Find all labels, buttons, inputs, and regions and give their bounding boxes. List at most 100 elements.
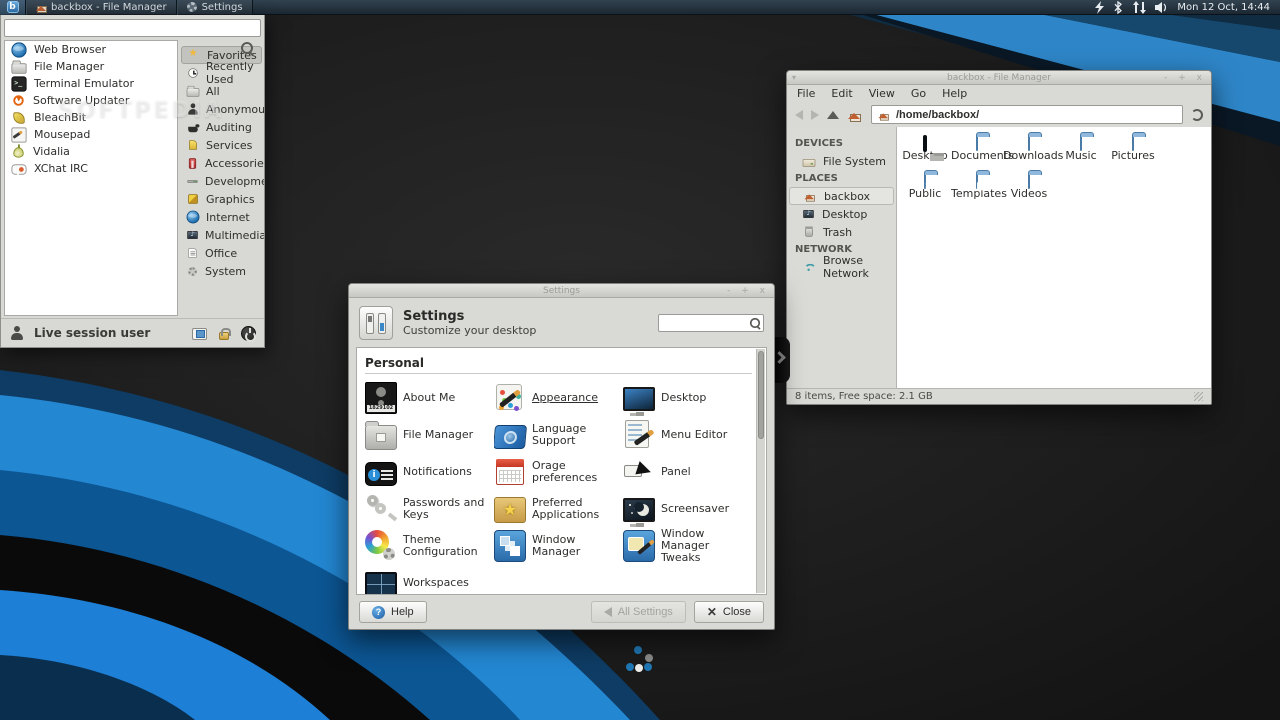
category-system[interactable]: System bbox=[181, 262, 262, 280]
statusbar-text: 8 items, Free space: 2.1 GB bbox=[795, 391, 933, 402]
taskbar-button-file-manager[interactable]: backbox - File Manager bbox=[26, 0, 177, 15]
window-controls[interactable]: - + x bbox=[727, 284, 769, 298]
forward-icon[interactable] bbox=[811, 110, 819, 120]
theme-flower-icon bbox=[365, 530, 397, 562]
folder-pictures[interactable]: ▦Pictures bbox=[1107, 137, 1159, 161]
close-icon: ✕ bbox=[707, 605, 717, 619]
menu-file[interactable]: File bbox=[797, 87, 815, 100]
category-accessories[interactable]: Accessories bbox=[181, 154, 262, 172]
folder-documents[interactable]: ≡Documents bbox=[951, 137, 1003, 161]
folder-downloads[interactable]: ↓Downloads bbox=[1003, 137, 1055, 161]
settings-item-workspaces[interactable]: Workspaces bbox=[365, 564, 494, 595]
search-icon[interactable] bbox=[239, 40, 255, 56]
menu-go[interactable]: Go bbox=[911, 87, 926, 100]
back-icon[interactable] bbox=[795, 110, 803, 120]
settings-scrollbar[interactable] bbox=[756, 349, 765, 593]
category-development[interactable]: Development bbox=[181, 172, 262, 190]
globe-icon bbox=[187, 211, 200, 224]
home-icon[interactable] bbox=[847, 107, 863, 123]
settings-item-menu-editor[interactable]: Menu Editor bbox=[623, 416, 752, 453]
folder-public[interactable]: ⇆Public bbox=[899, 175, 951, 199]
accessories-icon bbox=[189, 158, 196, 168]
category-graphics[interactable]: Graphics bbox=[181, 190, 262, 208]
settings-item-file-manager[interactable]: File Manager bbox=[365, 416, 494, 453]
folder-music[interactable]: ♪Music bbox=[1055, 137, 1107, 161]
clock-icon bbox=[188, 68, 198, 78]
settings-item-notifications[interactable]: iNotifications bbox=[365, 453, 494, 490]
folder-desktop[interactable]: Desktop bbox=[899, 137, 951, 161]
category-internet[interactable]: Internet bbox=[181, 208, 262, 226]
settings-item-language-support[interactable]: Language Support bbox=[494, 416, 623, 453]
window-manager-icon bbox=[494, 530, 526, 562]
home-icon bbox=[804, 190, 817, 203]
menu-item-mousepad[interactable]: Mousepad bbox=[5, 126, 177, 143]
settings-item-appearance[interactable]: Appearance bbox=[494, 379, 623, 416]
folder-videos[interactable]: ▥Videos bbox=[1003, 175, 1055, 199]
lock-icon[interactable] bbox=[219, 332, 229, 340]
menu-item-vidalia[interactable]: Vidalia bbox=[5, 143, 177, 160]
clock[interactable]: Mon 12 Oct, 14:44 bbox=[1177, 2, 1270, 13]
network-arrows-icon[interactable] bbox=[1133, 1, 1146, 14]
settings-item-orage-preferences[interactable]: Orage preferences bbox=[494, 453, 623, 490]
settings-item-window-manager-tweaks[interactable]: Window Manager Tweaks bbox=[623, 527, 752, 564]
folder-templates[interactable]: ◣Templates bbox=[951, 175, 1003, 199]
menu-item-bleachbit[interactable]: BleachBit bbox=[5, 109, 177, 126]
all-settings-button[interactable]: All Settings bbox=[591, 601, 686, 623]
settings-item-passwords-and-keys[interactable]: Passwords and Keys bbox=[365, 490, 494, 527]
close-button[interactable]: ✕Close bbox=[694, 601, 764, 623]
menu-item-xchat-irc[interactable]: XChat IRC bbox=[5, 160, 177, 177]
sidebar-item-file-system[interactable]: File System bbox=[787, 152, 896, 170]
settings-item-about-me[interactable]: 1829102About Me bbox=[365, 379, 494, 416]
window-controls[interactable]: - + x bbox=[1164, 71, 1206, 85]
settings-item-window-manager[interactable]: Window Manager bbox=[494, 527, 623, 564]
category-auditing[interactable]: Auditing bbox=[181, 118, 262, 136]
settings-item-screensaver[interactable]: Screensaver bbox=[623, 490, 752, 527]
window-menu-icon[interactable]: ▾ bbox=[792, 71, 796, 85]
sidebar-item-trash[interactable]: Trash bbox=[787, 223, 896, 241]
menu-search-input[interactable] bbox=[4, 19, 261, 37]
about-me-icon: 1829102 bbox=[365, 382, 397, 414]
menu-view[interactable]: View bbox=[869, 87, 895, 100]
settings-item-preferred-applications[interactable]: ★Preferred Applications bbox=[494, 490, 623, 527]
window-prefs-icon[interactable] bbox=[192, 328, 207, 340]
search-icon[interactable] bbox=[748, 316, 762, 330]
menu-item-software-updater[interactable]: Software Updater bbox=[5, 92, 177, 109]
scrollbar-thumb[interactable] bbox=[758, 351, 764, 439]
resize-grip[interactable] bbox=[1194, 392, 1203, 401]
power-icon[interactable] bbox=[241, 326, 256, 341]
settings-item-theme-configuration[interactable]: Theme Configuration bbox=[365, 527, 494, 564]
category-anonymous[interactable]: Anonymous bbox=[181, 100, 262, 118]
sidebar-item-desktop[interactable]: Desktop bbox=[787, 205, 896, 223]
path-bar[interactable] bbox=[871, 105, 1183, 124]
menu-item-file-manager[interactable]: File Manager bbox=[5, 58, 177, 75]
window-manager-tweaks-icon bbox=[623, 530, 655, 562]
file-manager-titlebar[interactable]: ▾ backbox - File Manager - + x bbox=[787, 71, 1211, 85]
category-recently-used[interactable]: Recently Used bbox=[181, 64, 262, 82]
settings-item-desktop[interactable]: Desktop bbox=[623, 379, 752, 416]
applications-menu-button[interactable]: b bbox=[0, 0, 26, 15]
taskbar-button-settings[interactable]: Settings bbox=[177, 0, 253, 15]
file-manager-menubar: File Edit View Go Help bbox=[787, 85, 1211, 102]
category-office[interactable]: Office bbox=[181, 244, 262, 262]
sidebar-item-browse-network[interactable]: Browse Network bbox=[787, 258, 896, 276]
applications-menu-popup: Web Browser File Manager Terminal Emulat… bbox=[0, 15, 265, 348]
help-button[interactable]: ?Help bbox=[359, 601, 427, 623]
category-multimedia[interactable]: Multimedia bbox=[181, 226, 262, 244]
up-icon[interactable] bbox=[827, 111, 839, 119]
reload-icon[interactable] bbox=[1191, 109, 1203, 121]
gear-icon bbox=[188, 267, 197, 276]
sidebar-item-backbox[interactable]: backbox bbox=[789, 187, 894, 205]
spinner-dot bbox=[635, 664, 643, 672]
menu-item-terminal-emulator[interactable]: Terminal Emulator bbox=[5, 75, 177, 92]
path-input[interactable] bbox=[896, 109, 1178, 121]
menu-item-web-browser[interactable]: Web Browser bbox=[5, 41, 177, 58]
menu-edit[interactable]: Edit bbox=[831, 87, 852, 100]
settings-titlebar[interactable]: Settings - + x bbox=[349, 284, 774, 298]
settings-item-panel[interactable]: Panel bbox=[623, 453, 752, 490]
volume-icon[interactable] bbox=[1155, 2, 1165, 13]
menu-help[interactable]: Help bbox=[942, 87, 967, 100]
power-bolt-icon[interactable] bbox=[1095, 1, 1104, 14]
category-services[interactable]: Services bbox=[181, 136, 262, 154]
folder-icon: ↓ bbox=[1028, 136, 1030, 151]
bluetooth-icon[interactable] bbox=[1115, 2, 1121, 13]
